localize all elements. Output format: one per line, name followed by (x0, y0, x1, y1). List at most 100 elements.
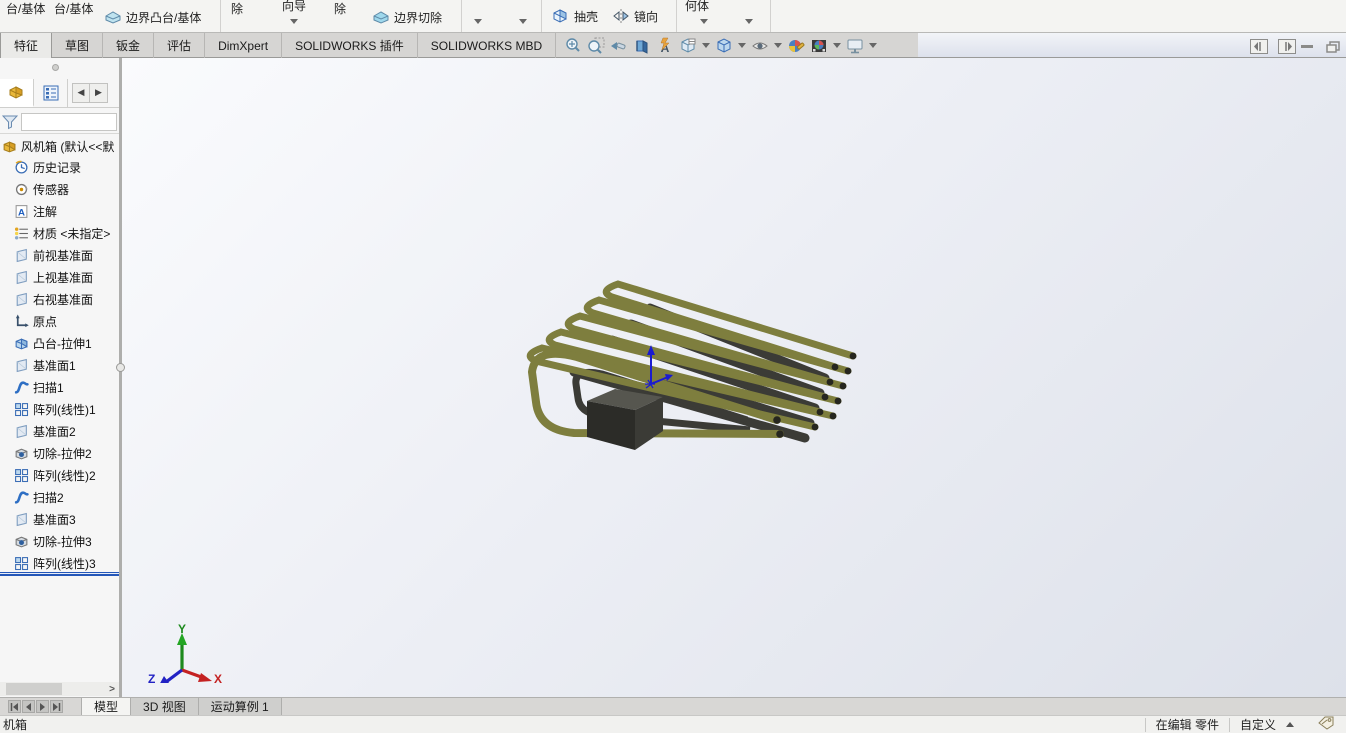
view-orientation-caret[interactable] (702, 43, 710, 48)
mirror-button[interactable]: 镜向 (634, 8, 658, 25)
material-icon (14, 227, 28, 239)
zoom-fit-icon[interactable] (563, 36, 583, 56)
next-tab-button[interactable] (36, 700, 49, 713)
plane-icon (16, 292, 27, 306)
shell-icon (551, 8, 569, 27)
tree-item[interactable]: 传感器 (0, 178, 119, 200)
custom-caret-icon (1286, 722, 1294, 727)
doc-tab-模型[interactable]: 模型 (81, 698, 132, 715)
restore-button[interactable] (1324, 39, 1342, 54)
command-tab-特征[interactable]: 特征 (0, 33, 53, 58)
extruded-boss-button[interactable]: 台/基体 (6, 0, 45, 17)
pattern-caret[interactable] (519, 19, 527, 24)
zoom-area-icon[interactable] (586, 36, 606, 56)
tree-item[interactable]: 扫描1 (0, 376, 119, 398)
doc-tab-运动算例 1[interactable]: 运动算例 1 (198, 698, 282, 715)
revolved-cut-button[interactable]: 除 (334, 0, 346, 17)
view-settings-caret[interactable] (869, 43, 877, 48)
hole-wizard-caret[interactable] (290, 19, 298, 24)
last-tab-button[interactable] (50, 700, 63, 713)
plane-icon (16, 358, 27, 372)
edit-appearance-icon[interactable] (786, 36, 806, 56)
features-ribbon: 台/基体 台/基体 边界凸台/基体 除 向导 除 边界切除 抽壳 镜向 何体 (0, 0, 1346, 33)
scrollbar-thumb[interactable] (6, 683, 62, 695)
tree-item[interactable]: 阵列(线性)2 (0, 464, 119, 486)
first-tab-button[interactable] (8, 700, 21, 713)
property-manager-tab[interactable] (34, 78, 68, 107)
revolved-boss-button[interactable]: 台/基体 (54, 0, 93, 17)
cut-extrude-icon (15, 536, 28, 547)
panel-splitter-handle[interactable] (116, 363, 125, 372)
sweep-icon (14, 380, 29, 394)
tree-item[interactable]: 上视基准面 (0, 266, 119, 288)
boundary-boss-button[interactable]: 边界凸台/基体 (126, 9, 201, 26)
rollback-bar[interactable] (0, 572, 119, 576)
tree-item[interactable]: 扫描2 (0, 486, 119, 508)
shell-button[interactable]: 抽壳 (574, 8, 598, 25)
display-style-icon[interactable] (714, 36, 734, 56)
linear-pattern-icon (15, 402, 29, 416)
property-list-icon (43, 85, 58, 100)
command-tab-钣金[interactable]: 钣金 (103, 33, 155, 58)
tree-item[interactable]: 基准面1 (0, 354, 119, 376)
curves-caret[interactable] (745, 19, 753, 24)
collapse-pane-right-button[interactable] (1278, 39, 1296, 54)
view-orientation-icon[interactable] (678, 36, 698, 56)
display-style-caret[interactable] (738, 43, 746, 48)
reference-geometry-button[interactable]: 何体 (685, 0, 709, 14)
tree-root-item[interactable]: 风机箱 (默认<<默 (0, 136, 119, 156)
command-tab-SOLIDWORKS MBD[interactable]: SOLIDWORKS MBD (418, 33, 557, 58)
command-tab-草图[interactable]: 草图 (52, 33, 104, 58)
linear-pattern-icon (15, 468, 29, 482)
heads-up-view-toolbar: A (563, 34, 878, 57)
tree-item[interactable]: A 注解 (0, 200, 119, 222)
panel-tab-scroll-left[interactable]: ◀ (73, 83, 90, 102)
tree-item[interactable]: 前视基准面 (0, 244, 119, 266)
annotation-views-icon[interactable]: A (655, 36, 675, 56)
reference-geometry-caret[interactable] (700, 19, 708, 24)
status-custom-dropdown[interactable]: 自定义 (1240, 716, 1294, 733)
section-view-icon[interactable] (632, 36, 652, 56)
boundary-cut-button[interactable]: 边界切除 (394, 9, 442, 26)
previous-view-icon[interactable] (609, 36, 629, 56)
panel-collapse-grip[interactable] (52, 64, 59, 71)
tree-filter-input[interactable] (21, 112, 117, 131)
tree-item[interactable]: 原点 (0, 310, 119, 332)
tree-item[interactable]: 基准面3 (0, 508, 119, 530)
tree-item[interactable]: 材质 <未指定> (0, 222, 119, 244)
command-tab-评估[interactable]: 评估 (154, 33, 206, 58)
tree-item[interactable]: 切除-拉伸2 (0, 442, 119, 464)
scroll-right-arrow[interactable]: > (109, 684, 115, 695)
tree-item[interactable]: 阵列(线性)3 (0, 552, 119, 574)
graphics-viewport[interactable]: Y X Z (122, 58, 1346, 697)
hole-wizard-button[interactable]: 向导 (282, 0, 306, 14)
command-tab-SOLIDWORKS 插件[interactable]: SOLIDWORKS 插件 (282, 33, 418, 58)
tree-item[interactable]: 凸台-拉伸1 (0, 332, 119, 354)
minimize-button[interactable] (1298, 39, 1316, 54)
prev-tab-button[interactable] (22, 700, 35, 713)
hide-show-items-caret[interactable] (774, 43, 782, 48)
doc-tab-nav (8, 698, 63, 715)
tree-item[interactable]: 右视基准面 (0, 288, 119, 310)
fillet-caret[interactable] (474, 19, 482, 24)
apply-scene-caret[interactable] (833, 43, 841, 48)
command-tab-DimXpert[interactable]: DimXpert (205, 33, 283, 58)
collapse-pane-left-button[interactable] (1250, 39, 1268, 54)
apply-scene-icon[interactable] (809, 36, 829, 56)
filter-funnel-icon (2, 115, 18, 129)
plane-icon (16, 512, 27, 526)
hide-show-items-icon[interactable] (750, 36, 770, 56)
tree-item[interactable]: 切除-拉伸3 (0, 530, 119, 552)
tree-item[interactable]: 历史记录 (0, 156, 119, 178)
tree-item[interactable]: 阵列(线性)1 (0, 398, 119, 420)
panel-tab-scroll-right[interactable]: ▶ (90, 84, 107, 102)
custom-properties-tag-icon[interactable] (1318, 716, 1334, 733)
triad-x-label: X (214, 672, 222, 683)
boss-extrude-icon (15, 337, 28, 349)
feature-tree-tab[interactable] (0, 78, 34, 107)
tree-item[interactable]: 基准面2 (0, 420, 119, 442)
view-settings-icon[interactable] (845, 36, 865, 56)
tree-horizontal-scrollbar[interactable]: > (0, 682, 119, 696)
doc-tab-3D 视图[interactable]: 3D 视图 (131, 698, 199, 715)
extruded-cut-button[interactable]: 除 (231, 0, 243, 17)
